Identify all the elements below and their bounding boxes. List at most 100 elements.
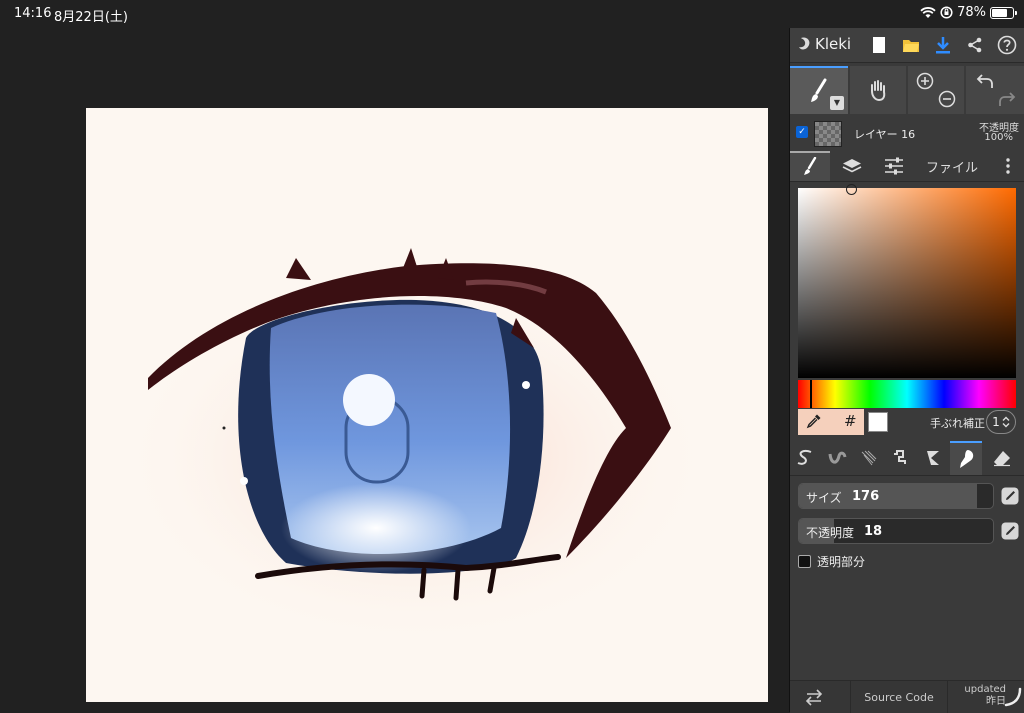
- brush-type-eraser[interactable]: [986, 441, 1018, 475]
- brush-tool-button[interactable]: ▼: [790, 66, 848, 114]
- hue-slider[interactable]: [798, 380, 1016, 408]
- update-arc-icon: [1004, 687, 1022, 707]
- swap-side-icon[interactable]: [804, 687, 824, 707]
- tab-brush[interactable]: [790, 151, 830, 181]
- current-color-swatch[interactable]: #: [798, 409, 864, 435]
- panel-tabs: ファイル: [790, 151, 1024, 182]
- size-pressure-toggle[interactable]: [1000, 486, 1020, 506]
- bottom-bar: Source Code updated 昨日: [790, 680, 1024, 713]
- brush-type-blend[interactable]: [822, 441, 854, 475]
- undo-icon[interactable]: [976, 72, 994, 90]
- lock-alpha-option[interactable]: 透明部分: [798, 552, 865, 570]
- layer-thumbnail: [814, 121, 842, 147]
- pen-pressure-icon: [1001, 522, 1019, 540]
- secondary-color-swatch[interactable]: [868, 412, 888, 432]
- kleki-logo-icon: [799, 37, 810, 50]
- drawing-canvas[interactable]: [86, 108, 768, 702]
- updated-date: 昨日: [986, 696, 1006, 707]
- status-bar: 14:16 8月22日(土) 78%: [0, 0, 1024, 28]
- blend-brush-icon: [828, 451, 847, 464]
- tab-file-label: ファイル: [925, 160, 978, 176]
- zoom-out-icon[interactable]: [938, 90, 956, 108]
- chevron-updown-icon: [1002, 416, 1010, 428]
- more-vertical-icon: [1006, 158, 1010, 174]
- eye-artwork: [116, 248, 716, 648]
- open-file-button[interactable]: [900, 34, 922, 56]
- brush-icon: [811, 78, 827, 102]
- app-name: Kleki: [815, 35, 852, 53]
- undo-redo-group: [966, 66, 1024, 114]
- source-code-link[interactable]: Source Code: [850, 681, 948, 713]
- battery-percent: 78%: [957, 5, 986, 20]
- chemy-brush-icon: [927, 451, 939, 465]
- app-logo[interactable]: Kleki: [798, 35, 851, 53]
- brush-type-pixel[interactable]: [886, 441, 918, 475]
- layer-name: レイヤー 16: [854, 128, 916, 141]
- status-date: 8月22日(土): [54, 10, 128, 25]
- tool-row: ▼: [790, 66, 1024, 114]
- brush-type-chemy[interactable]: [918, 441, 950, 475]
- hue-slider-handle[interactable]: [810, 380, 812, 408]
- pen-stroke-icon: [797, 449, 812, 465]
- top-bar: Kleki: [790, 28, 1024, 63]
- lock-alpha-checkbox[interactable]: [798, 554, 811, 568]
- color-saturation-picker[interactable]: [798, 184, 1016, 378]
- hex-input-button[interactable]: #: [844, 412, 857, 430]
- color-picker-handle[interactable]: [846, 184, 857, 195]
- download-button[interactable]: [932, 34, 954, 56]
- smudge-brush-icon: [960, 450, 974, 468]
- size-slider-label: サイズ: [806, 491, 842, 505]
- size-slider[interactable]: サイズ 176: [798, 483, 994, 509]
- brush-type-smudge[interactable]: [950, 441, 982, 475]
- brush-type-row: [790, 441, 1024, 476]
- opacity-slider-value: 18: [864, 524, 883, 539]
- color-row: # 手ぶれ補正 1: [798, 409, 1024, 435]
- eyedropper-icon[interactable]: [806, 413, 822, 429]
- tab-file[interactable]: ファイル: [918, 151, 986, 181]
- status-time: 14:16: [14, 6, 52, 21]
- redo-icon[interactable]: [998, 90, 1016, 108]
- lock-alpha-label: 透明部分: [817, 554, 866, 569]
- help-icon: [997, 35, 1017, 55]
- stabilizer-select[interactable]: 1: [986, 410, 1016, 434]
- wifi-icon: [920, 6, 936, 18]
- stabilizer-value: 1: [992, 415, 1000, 429]
- brush-dropdown-icon[interactable]: ▼: [830, 96, 844, 110]
- layer-row[interactable]: ✓ レイヤー 16 不透明度 100%: [790, 118, 1024, 148]
- brush-type-pen[interactable]: [790, 441, 822, 475]
- opacity-slider[interactable]: 不透明度 18: [798, 518, 994, 544]
- help-button[interactable]: [996, 34, 1018, 56]
- zoom-in-icon[interactable]: [916, 72, 934, 90]
- pen-pressure-icon: [1001, 487, 1019, 505]
- layer-visibility-checkbox[interactable]: ✓: [796, 126, 808, 138]
- folder-icon: [903, 40, 919, 52]
- layers-icon: [842, 159, 862, 173]
- canvas-area[interactable]: [0, 28, 789, 712]
- eraser-icon: [994, 451, 1010, 467]
- zoom-button-group: [908, 66, 964, 114]
- hand-tool-button[interactable]: [850, 66, 906, 114]
- brush-type-sketchy[interactable]: [854, 441, 886, 475]
- tab-adjustments[interactable]: [876, 151, 912, 181]
- share-icon: [968, 37, 982, 53]
- download-icon: [936, 37, 950, 54]
- brush-icon: [804, 157, 817, 175]
- hand-icon: [871, 80, 886, 102]
- updated-label: updated: [964, 684, 1006, 695]
- sidebar: Kleki ▼ ✓ レイヤー 16 不透明度 100% ファイル # 手ぶれ補正…: [789, 28, 1024, 713]
- status-indicators: 78%: [920, 5, 1017, 20]
- sketchy-brush-icon: [861, 450, 877, 466]
- size-slider-value: 176: [852, 489, 880, 504]
- new-file-button[interactable]: [868, 34, 890, 56]
- layer-opacity-value: 100%: [984, 132, 1013, 143]
- battery-icon: [990, 6, 1017, 19]
- source-code-label: Source Code: [864, 690, 934, 704]
- updated-info[interactable]: updated 昨日: [960, 684, 1006, 708]
- more-menu-button[interactable]: [994, 151, 1022, 181]
- opacity-pressure-toggle[interactable]: [1000, 521, 1020, 541]
- stabilizer-label: 手ぶれ補正: [930, 417, 985, 430]
- share-button[interactable]: [964, 34, 986, 56]
- opacity-slider-label: 不透明度: [806, 526, 855, 540]
- tab-layers[interactable]: [834, 151, 870, 181]
- orientation-lock-icon: [940, 6, 953, 19]
